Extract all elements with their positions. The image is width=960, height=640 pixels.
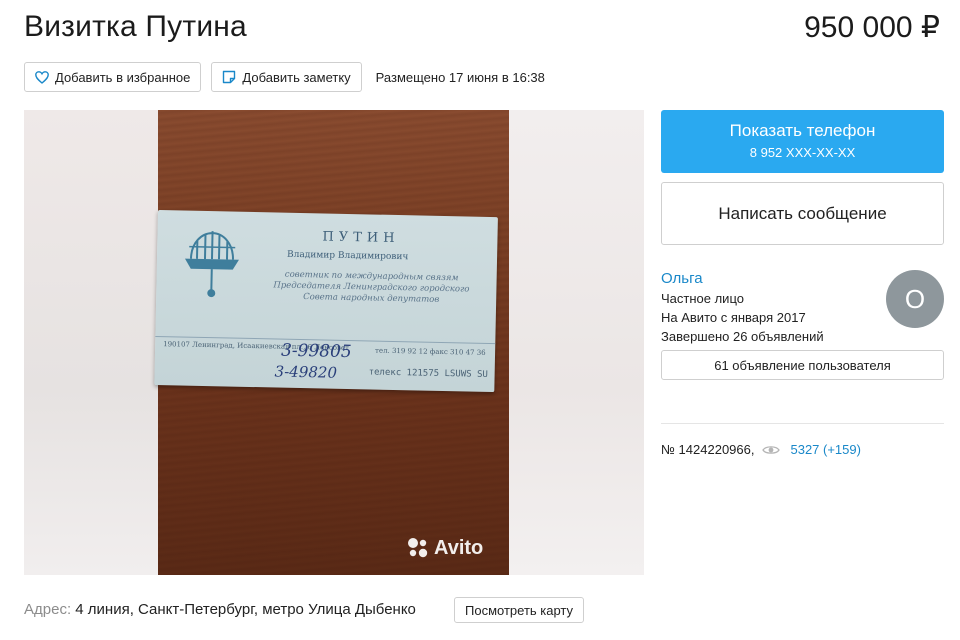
ship-crown-logo-icon <box>184 231 239 298</box>
avito-logo-icon <box>408 538 428 558</box>
card-surname: ПУТИН <box>322 229 400 247</box>
listing-title: Визитка Путина <box>24 10 247 43</box>
listing-photo[interactable]: ПУТИН Владимир Владимирович советник по … <box>154 110 509 575</box>
photo-blur-right <box>509 110 644 575</box>
add-note-label: Добавить заметку <box>242 69 351 85</box>
listing-actions: Добавить в избранное Добавить заметку Ра… <box>24 62 545 92</box>
add-to-favorites-label: Добавить в избранное <box>55 69 191 85</box>
add-note-button[interactable]: Добавить заметку <box>211 62 362 92</box>
photo-gallery[interactable]: ПУТИН Владимир Владимирович советник по … <box>24 110 644 575</box>
sidebar: Показать телефон 8 952 XXX-XX-XX Написат… <box>661 110 944 457</box>
heart-icon <box>35 70 49 84</box>
listing-meta: № 1424220966, 5327 (+159) <box>661 442 944 457</box>
avito-watermark-text: Avito <box>434 536 484 559</box>
address-label: Адрес: <box>24 601 72 618</box>
card-role: советник по международным связям Председ… <box>273 269 470 305</box>
card-full-name: Владимир Владимирович <box>286 249 409 263</box>
eye-icon <box>762 445 781 454</box>
sidebar-divider <box>661 423 944 424</box>
listing-price: 950 000 ₽ <box>804 11 940 44</box>
photo-blur-left <box>24 110 158 575</box>
show-map-button[interactable]: Посмотреть карту <box>454 597 585 623</box>
view-count: 5327 (+159) <box>790 442 861 457</box>
note-icon <box>223 70 236 84</box>
avito-watermark: Avito <box>406 536 483 560</box>
add-to-favorites-button[interactable]: Добавить в избранное <box>24 62 202 92</box>
listing-address: Адрес: 4 линия, Санкт-Петербург, метро У… <box>24 601 416 618</box>
card-telex: телекс 121575 LSUWS SU <box>368 367 488 380</box>
business-card: ПУТИН Владимир Владимирович советник по … <box>154 210 498 393</box>
send-message-button[interactable]: Написать сообщение <box>661 182 944 245</box>
seller-completed: Завершено 26 объявлений <box>661 329 824 344</box>
item-number: № 1424220966, <box>661 442 755 457</box>
user-ads-button[interactable]: 61 объявление пользователя <box>661 350 944 380</box>
avatar[interactable]: О <box>886 270 944 328</box>
address-value: 4 линия, Санкт-Петербург, метро Улица Ды… <box>75 601 416 618</box>
card-handwritten-number-2: 3-49820 <box>274 362 338 382</box>
posted-date: Размещено 17 июня в 16:38 <box>375 69 545 85</box>
phone-number-masked: 8 952 XXX-XX-XX <box>749 145 856 160</box>
seller-info: Ольга Частное лицо На Авито с января 201… <box>661 270 944 350</box>
card-phone: тел. 319 92 12 факс 310 47 36 <box>375 346 486 357</box>
show-phone-button[interactable]: Показать телефон 8 952 XXX-XX-XX <box>661 110 944 173</box>
show-phone-label: Показать телефон <box>729 121 876 140</box>
card-handwritten-number-1: 3-99805 <box>280 340 352 363</box>
